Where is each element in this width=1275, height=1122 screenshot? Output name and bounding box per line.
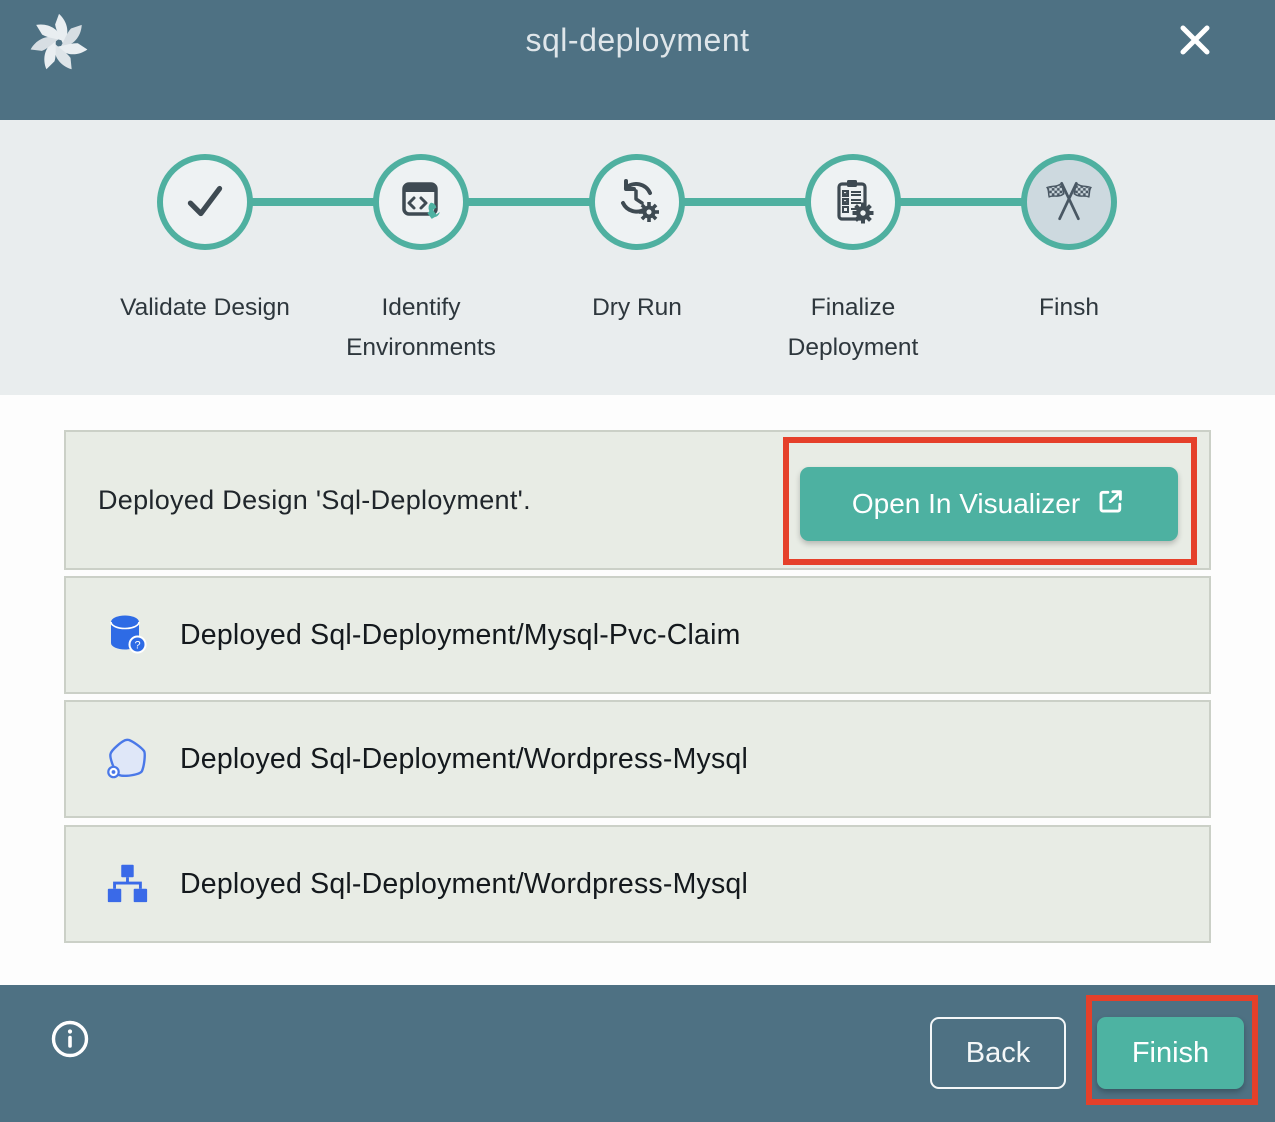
deploy-message: Deployed Design 'Sql-Deployment'. — [98, 485, 531, 516]
deployment-results: Deployed Design 'Sql-Deployment'. Open I… — [0, 395, 1275, 985]
check-icon — [180, 175, 230, 230]
step-label: Identify Environments — [326, 288, 516, 367]
deployed-item-row: Deployed Sql-Deployment/Wordpress-Mysql — [64, 700, 1211, 818]
close-icon[interactable] — [1173, 18, 1217, 62]
modal-title: sql-deployment — [0, 22, 1275, 59]
code-tools-icon — [397, 176, 445, 229]
step-finish: Finsh — [961, 154, 1177, 367]
checkered-flags-icon — [1044, 175, 1094, 230]
step-circle — [157, 154, 253, 250]
stepper-panel: Validate Design Identify Environments — [0, 120, 1275, 395]
hierarchy-icon — [104, 860, 152, 908]
deployment-wizard-modal: sql-deployment Validate Design — [0, 0, 1275, 1122]
deployed-item-text: Deployed Sql-Deployment/Wordpress-Mysql — [180, 743, 748, 776]
step-label: Finalize Deployment — [758, 288, 948, 367]
step-identify-environments: Identify Environments — [313, 154, 529, 367]
step-dry-run: Dry Run — [529, 154, 745, 367]
pentagon-component-icon — [104, 735, 152, 783]
step-circle — [373, 154, 469, 250]
step-label: Finsh — [1039, 288, 1099, 328]
clipboard-gear-icon — [829, 176, 877, 229]
gear — [639, 202, 659, 222]
step-circle — [589, 154, 685, 250]
deployed-item-text: Deployed Sql-Deployment/Wordpress-Mysql — [180, 868, 748, 901]
step-circle-active — [1021, 154, 1117, 250]
modal-header: sql-deployment — [0, 0, 1275, 120]
finish-button[interactable]: Finish — [1097, 1017, 1244, 1089]
deployed-item-row: Deployed Sql-Deployment/Wordpress-Mysql — [64, 825, 1211, 943]
step-circle — [805, 154, 901, 250]
step-finalize-deployment: Finalize Deployment — [745, 154, 961, 367]
database-icon: ? — [104, 611, 152, 659]
step-label: Validate Design — [120, 288, 290, 328]
step-validate-design: Validate Design — [97, 154, 313, 367]
modal-footer: Back Finish — [0, 985, 1275, 1122]
info-circle-icon[interactable] — [50, 1019, 90, 1059]
open-in-visualizer-label: Open In Visualizer — [852, 488, 1080, 520]
gear — [853, 202, 874, 223]
step-label: Dry Run — [592, 288, 682, 328]
dry-run-clock-gear-icon — [613, 176, 661, 229]
external-link-icon — [1096, 486, 1126, 523]
svg-text:?: ? — [134, 640, 140, 652]
deployed-item-row: ? Deployed Sql-Deployment/Mysql-Pvc-Clai… — [64, 576, 1211, 694]
stepper: Validate Design Identify Environments — [97, 154, 1177, 367]
deployed-item-text: Deployed Sql-Deployment/Mysql-Pvc-Claim — [180, 619, 741, 652]
back-button[interactable]: Back — [930, 1017, 1066, 1089]
open-in-visualizer-button[interactable]: Open In Visualizer — [800, 467, 1178, 541]
